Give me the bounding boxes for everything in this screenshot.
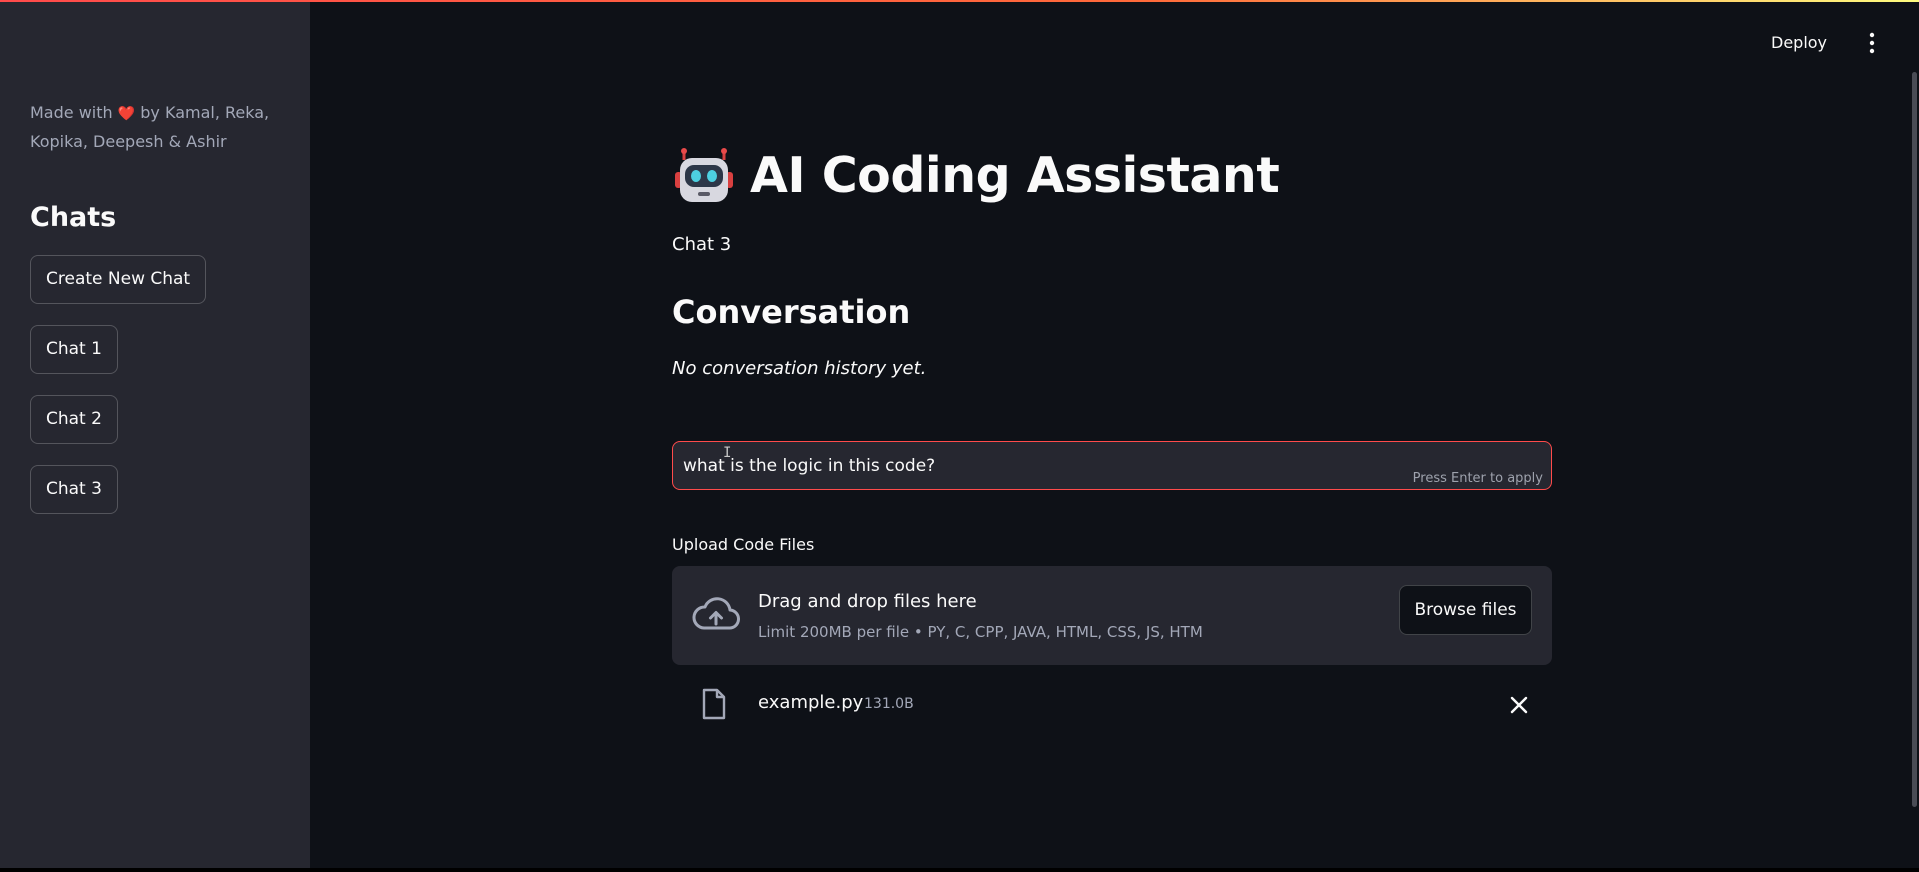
- sidebar-item-chat-3[interactable]: Chat 3: [30, 465, 118, 514]
- heart-icon: ❤️: [117, 106, 136, 122]
- dropzone-title: Drag and drop files here: [758, 591, 977, 612]
- uploaded-file-row: example.py 131.0B: [672, 680, 1552, 728]
- current-chat-label: Chat 3: [672, 234, 732, 255]
- sidebar-item-chat-2[interactable]: Chat 2: [30, 395, 118, 444]
- file-dropzone[interactable]: Drag and drop files here Limit 200MB per…: [672, 566, 1552, 665]
- chats-heading: Chats: [30, 202, 117, 233]
- upload-label: Upload Code Files: [672, 535, 815, 554]
- robot-icon: [672, 144, 736, 208]
- query-input-container[interactable]: Press Enter to apply: [672, 441, 1552, 490]
- cloud-upload-icon: [692, 594, 740, 634]
- credits-prefix: Made with: [30, 103, 113, 122]
- main-scrollbar[interactable]: [1912, 72, 1917, 807]
- create-new-chat-button[interactable]: Create New Chat: [30, 255, 207, 304]
- browse-files-button[interactable]: Browse files: [1399, 585, 1532, 635]
- query-input[interactable]: [683, 442, 1383, 489]
- sidebar-item-chat-1[interactable]: Chat 1: [30, 325, 118, 374]
- empty-history-text: No conversation history yet.: [672, 358, 927, 379]
- file-size: 131.0B: [864, 696, 914, 712]
- page-title: AI Coding Assistant: [750, 147, 1280, 204]
- conversation-heading: Conversation: [672, 293, 911, 331]
- dropzone-limit-text: Limit 200MB per file • PY, C, CPP, JAVA,…: [758, 623, 1203, 641]
- kebab-menu-icon[interactable]: [1862, 29, 1882, 57]
- sidebar: Made with ❤️ by Kamal, Reka, Kopika, Dee…: [0, 2, 310, 868]
- title-row: AI Coding Assistant: [672, 140, 1280, 212]
- app-root: Made with ❤️ by Kamal, Reka, Kopika, Dee…: [0, 0, 1919, 868]
- text-cursor-icon: I: [723, 445, 732, 461]
- file-icon: [701, 688, 727, 720]
- file-name: example.py: [758, 692, 864, 713]
- close-icon[interactable]: [1508, 694, 1530, 716]
- enter-hint: Press Enter to apply: [1412, 471, 1543, 486]
- credits-text: Made with ❤️ by Kamal, Reka, Kopika, Dee…: [30, 99, 290, 156]
- deploy-button[interactable]: Deploy: [1771, 24, 1827, 62]
